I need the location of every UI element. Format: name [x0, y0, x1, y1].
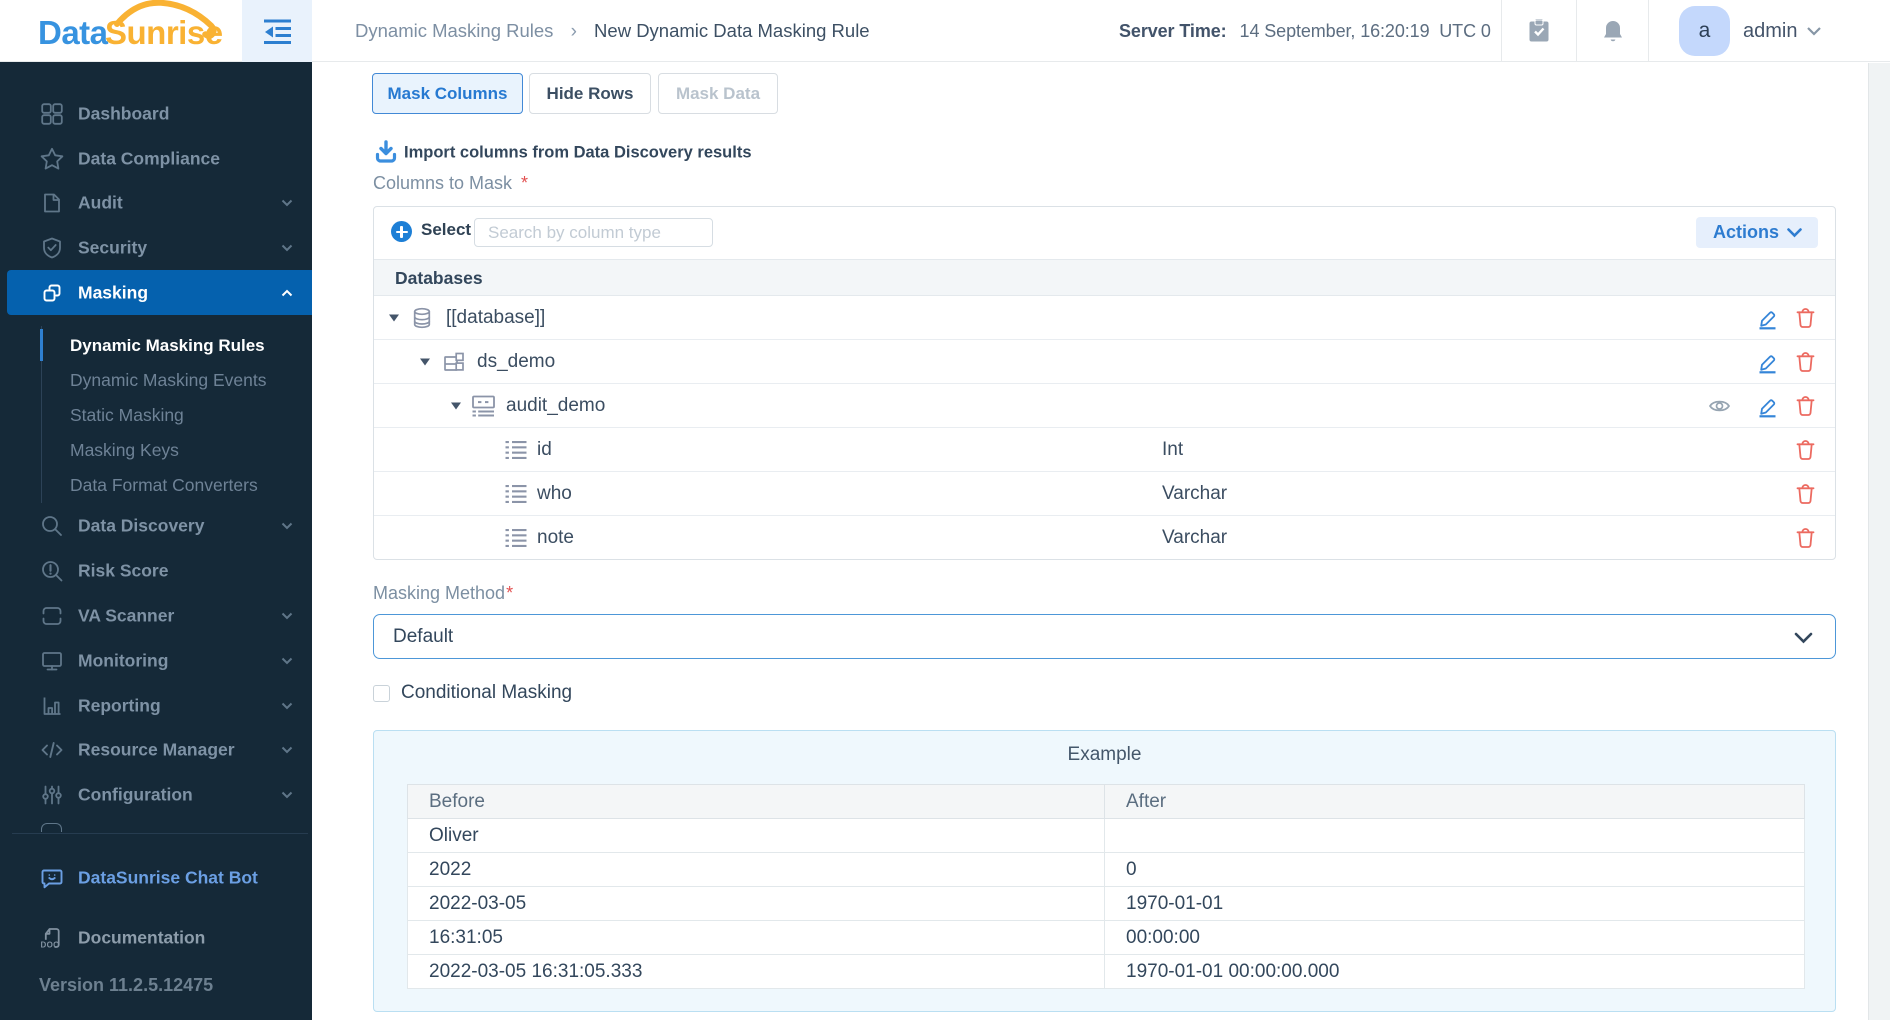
svg-text:DOC: DOC	[41, 941, 60, 950]
svg-text:Data: Data	[38, 14, 109, 51]
svg-text:Sunrise: Sunrise	[105, 14, 223, 51]
